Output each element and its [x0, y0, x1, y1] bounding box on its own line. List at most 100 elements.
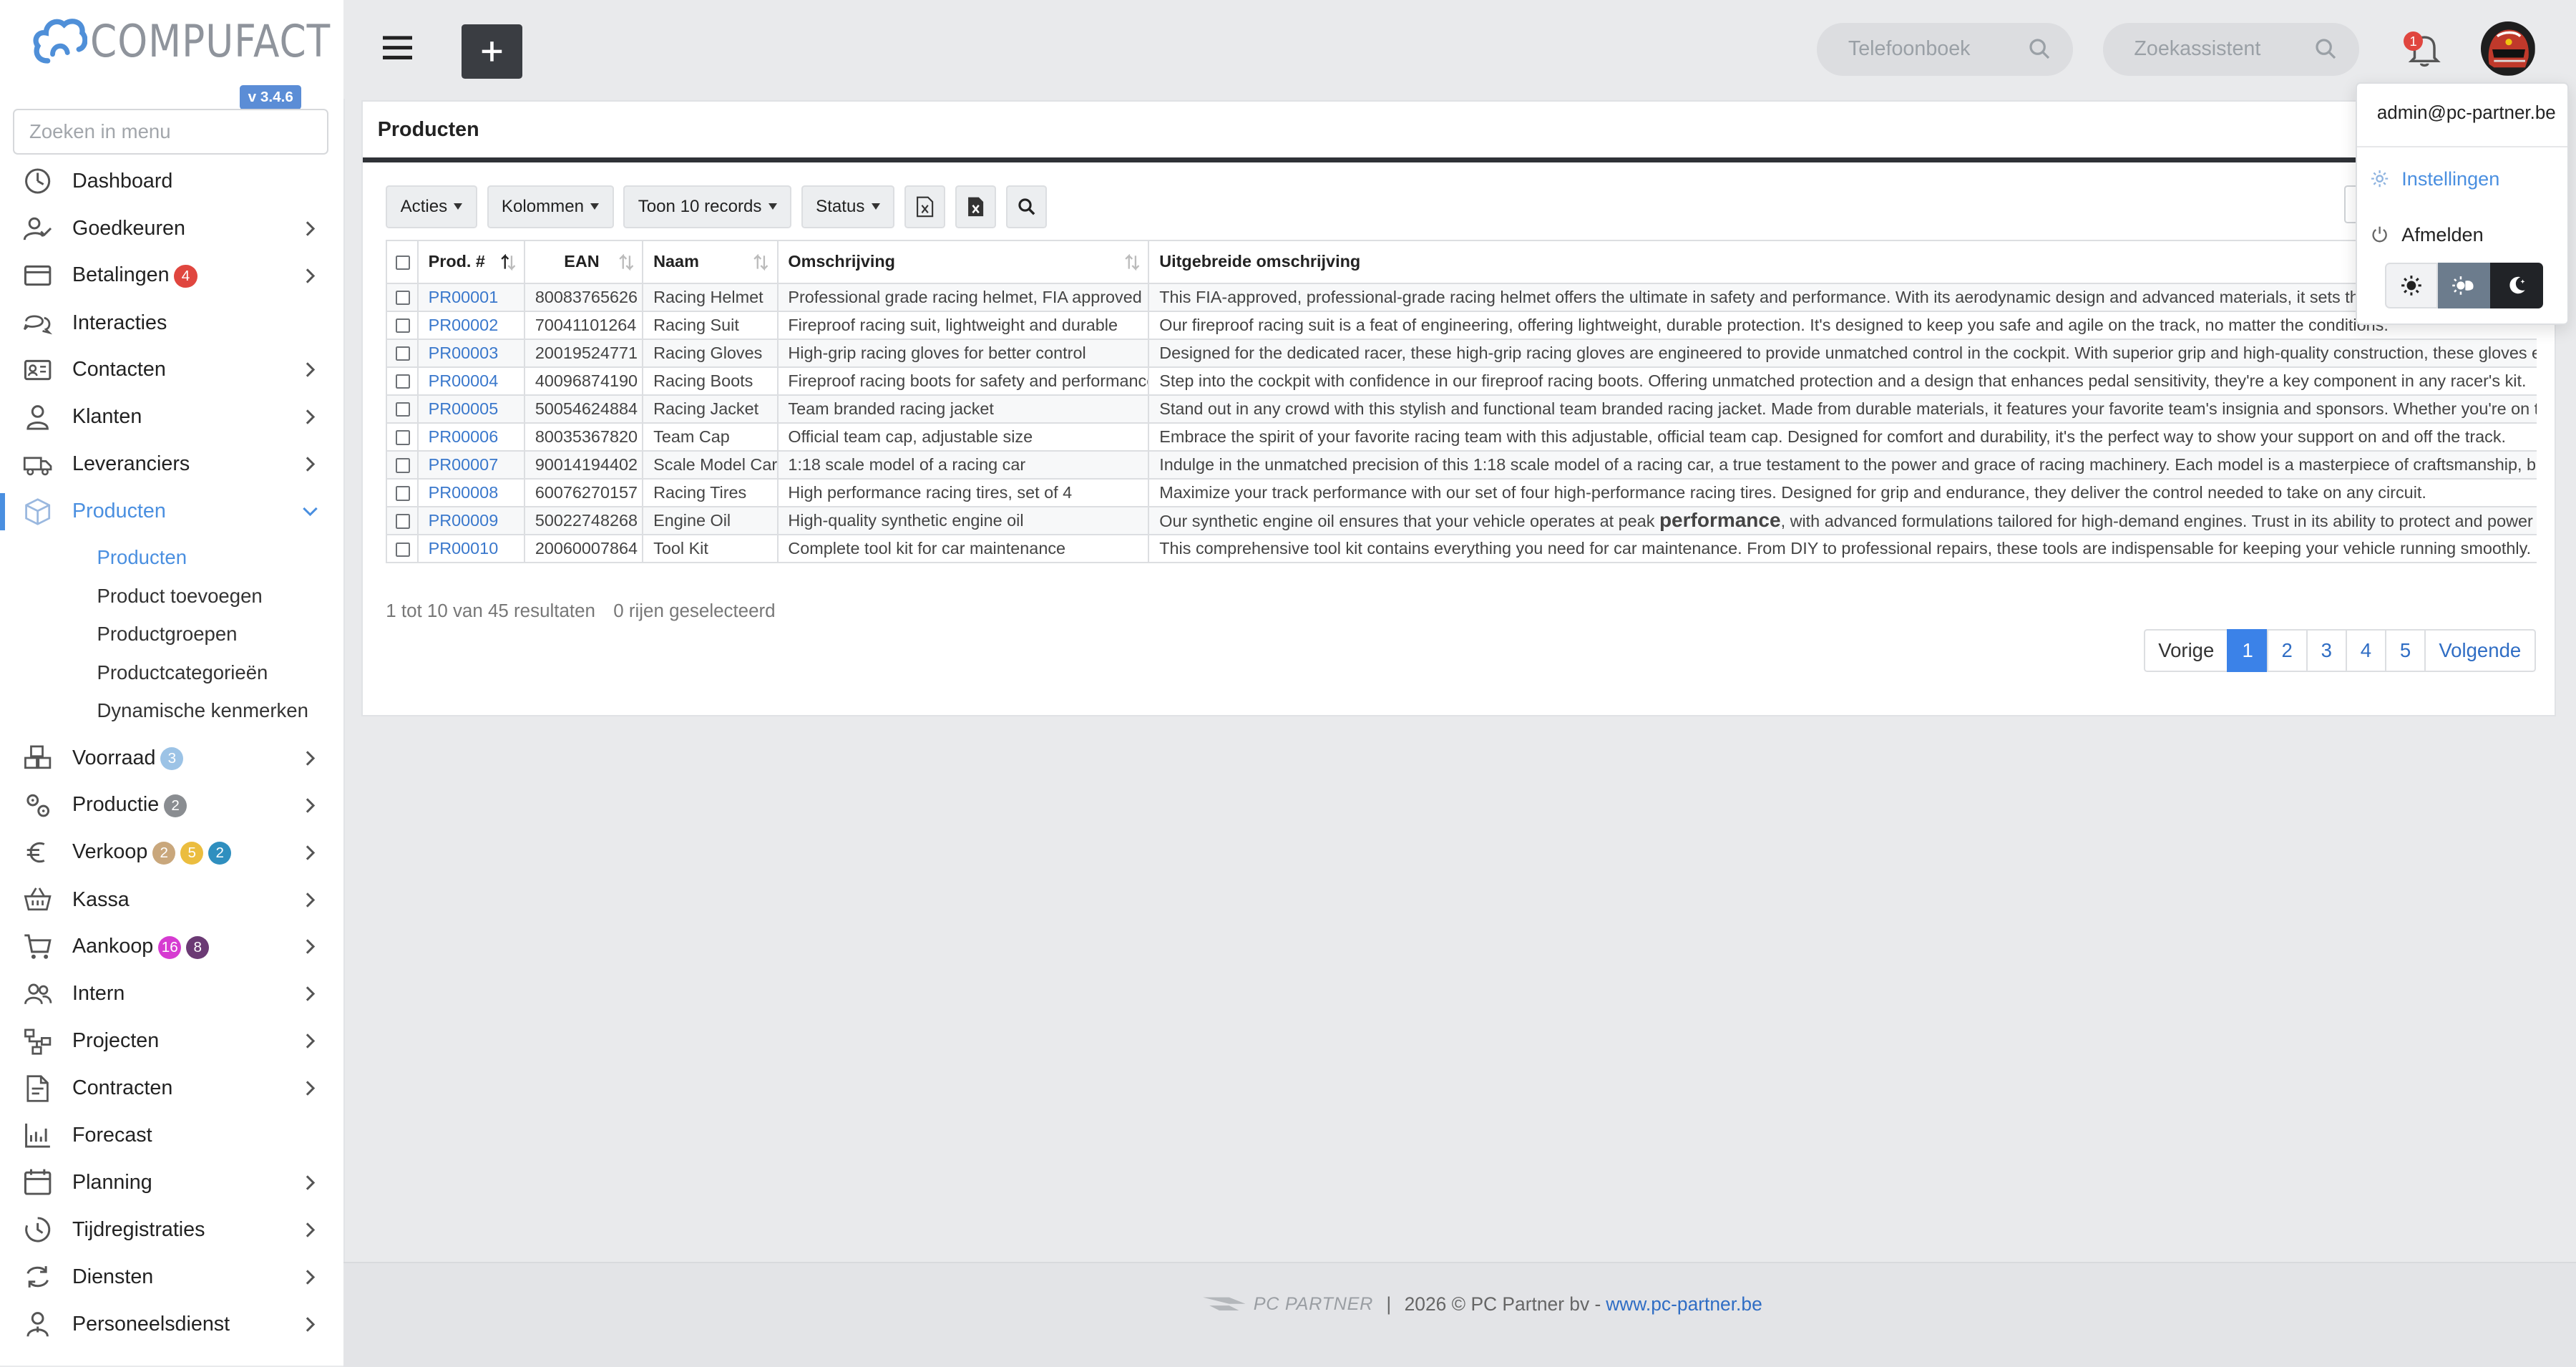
row-select-cell[interactable]	[386, 449, 419, 480]
row-checkbox[interactable]	[395, 346, 410, 361]
sidebar-item-dashboard[interactable]: Dashboard	[0, 157, 343, 205]
next-page-button[interactable]: Volgende	[2424, 629, 2536, 672]
app-logo[interactable]: COMPUFACT	[33, 15, 343, 67]
status-dropdown[interactable]: Status	[801, 185, 894, 228]
sidebar-item-kassa[interactable]: Kassa	[0, 876, 343, 923]
row-select-cell[interactable]	[386, 533, 419, 563]
submenu-dynamische-kenmerken[interactable]: Dynamische kenmerken	[0, 691, 343, 729]
page-button-3[interactable]: 3	[2306, 629, 2348, 672]
sidebar-item-verkoop[interactable]: Verkoop 2 5 2	[0, 829, 343, 876]
assistant-search-input[interactable]	[2130, 36, 2318, 63]
product-link[interactable]: PR00003	[429, 344, 499, 362]
logout-menu-item[interactable]: Afmelden	[2371, 220, 2484, 249]
row-checkbox[interactable]	[395, 514, 410, 529]
prod-cell[interactable]: PR00006	[416, 422, 526, 452]
sidebar-item-productie[interactable]: Productie 2	[0, 782, 343, 829]
sidebar-item-contacten[interactable]: Contacten	[0, 346, 343, 394]
footer-website-link[interactable]: www.pc-partner.be	[1606, 1293, 1762, 1315]
row-select-cell[interactable]	[386, 505, 419, 535]
product-link[interactable]: PR00001	[429, 288, 499, 306]
product-link[interactable]: PR00010	[429, 539, 499, 558]
assistant-search[interactable]	[2102, 23, 2359, 76]
row-checkbox[interactable]	[395, 430, 410, 445]
row-select-cell[interactable]	[386, 477, 419, 507]
sidebar-item-goedkeuren[interactable]: Goedkeuren	[0, 205, 343, 252]
table-row[interactable]: PR00008 60076270157 Racing Tires High pe…	[386, 477, 2537, 507]
row-checkbox[interactable]	[395, 291, 410, 306]
sidebar-item-planning[interactable]: Planning	[0, 1159, 343, 1206]
sidebar-item-forecast[interactable]: Forecast	[0, 1112, 343, 1159]
row-checkbox[interactable]	[395, 542, 410, 557]
col-header-prod[interactable]: Prod. #	[416, 239, 526, 284]
table-search-button[interactable]	[1006, 185, 1048, 228]
add-button[interactable]	[462, 24, 523, 79]
settings-menu-item[interactable]: Instellingen	[2371, 164, 2499, 193]
prod-cell[interactable]: PR00005	[416, 394, 526, 424]
prev-page-button[interactable]: Vorige	[2143, 629, 2229, 672]
theme-dark-button[interactable]	[2490, 263, 2543, 309]
row-select-cell[interactable]	[386, 310, 419, 340]
row-select-cell[interactable]	[386, 282, 419, 312]
row-checkbox[interactable]	[395, 318, 410, 334]
product-link[interactable]: PR00002	[429, 316, 499, 334]
prod-cell[interactable]: PR00009	[416, 505, 526, 535]
product-link[interactable]: PR00004	[429, 371, 499, 390]
col-header-omschrijving[interactable]: Omschrijving	[776, 239, 1150, 284]
row-checkbox[interactable]	[395, 458, 410, 473]
table-row[interactable]: PR00010 20060007864 Tool Kit Complete to…	[386, 533, 2537, 563]
sidebar-item-tijdregistraties[interactable]: Tijdregistraties	[0, 1206, 343, 1253]
actions-dropdown[interactable]: Acties	[386, 185, 477, 228]
sidebar-item-contracten[interactable]: Contracten	[0, 1065, 343, 1112]
export-excel-button[interactable]	[955, 185, 997, 228]
page-button-4[interactable]: 4	[2345, 629, 2387, 672]
row-select-cell[interactable]	[386, 394, 419, 424]
page-button-5[interactable]: 5	[2384, 629, 2426, 672]
submenu-productgroepen[interactable]: Productgroepen	[0, 615, 343, 653]
theme-light-button[interactable]	[2385, 263, 2438, 309]
row-select-cell[interactable]	[386, 338, 419, 368]
sidebar-item-klanten[interactable]: Klanten	[0, 394, 343, 441]
prod-cell[interactable]: PR00001	[416, 282, 526, 312]
sidebar-item-betalingen[interactable]: Betalingen 4	[0, 252, 343, 299]
columns-dropdown[interactable]: Kolommen	[487, 185, 614, 228]
product-link[interactable]: PR00005	[429, 399, 499, 418]
sidebar-item-interacties[interactable]: Interacties	[0, 299, 343, 346]
table-row[interactable]: PR00006 80035367820 Team Cap Official te…	[386, 422, 2537, 452]
sidebar-item-personeelsdienst[interactable]: Personeelsdienst	[0, 1300, 343, 1348]
hamburger-menu-icon[interactable]	[382, 33, 413, 62]
row-checkbox[interactable]	[395, 402, 410, 417]
menu-search-input[interactable]	[13, 108, 329, 155]
sidebar-item-leveranciers[interactable]: Leveranciers	[0, 441, 343, 488]
col-header-naam[interactable]: Naam	[642, 239, 779, 284]
search-icon[interactable]	[2029, 38, 2050, 59]
sidebar-item-diensten[interactable]: Diensten	[0, 1253, 343, 1300]
submenu-product-toevoegen[interactable]: Product toevoegen	[0, 577, 343, 615]
col-header-uitgebreide-omschrijving[interactable]: Uitgebreide omschrijving	[1148, 239, 2537, 284]
submenu-producten[interactable]: Producten	[0, 538, 343, 576]
submenu-productcategorieen[interactable]: Productcategorieën	[0, 653, 343, 691]
page-button-1[interactable]: 1	[2227, 629, 2268, 672]
product-link[interactable]: PR00006	[429, 427, 499, 446]
table-row[interactable]: PR00004 40096874190 Racing Boots Firepro…	[386, 366, 2537, 396]
export-csv-button[interactable]	[904, 185, 946, 228]
table-row[interactable]: PR00007 90014194402 Scale Model Car 1:18…	[386, 449, 2537, 480]
sidebar-item-projecten[interactable]: Projecten	[0, 1018, 343, 1065]
prod-cell[interactable]: PR00010	[416, 533, 526, 563]
user-avatar[interactable]	[2480, 21, 2535, 76]
select-all-checkbox[interactable]	[395, 256, 410, 271]
prod-cell[interactable]: PR00003	[416, 338, 526, 368]
row-select-cell[interactable]	[386, 422, 419, 452]
product-link[interactable]: PR00007	[429, 455, 499, 474]
row-checkbox[interactable]	[395, 374, 410, 389]
prod-cell[interactable]: PR00007	[416, 449, 526, 480]
sidebar-item-voorraad[interactable]: Voorraad 3	[0, 734, 343, 782]
prod-cell[interactable]: PR00004	[416, 366, 526, 396]
select-all-cell[interactable]	[386, 239, 419, 284]
table-row[interactable]: PR00002 70041101264 Racing Suit Fireproo…	[386, 310, 2537, 340]
table-row[interactable]: PR00005 50054624884 Racing Jacket Team b…	[386, 394, 2537, 424]
prod-cell[interactable]: PR00008	[416, 477, 526, 507]
sidebar-item-aankoop[interactable]: Aankoop 16 8	[0, 923, 343, 970]
table-row[interactable]: PR00009 50022748268 Engine Oil High-qual…	[386, 505, 2537, 535]
sidebar-item-intern[interactable]: Intern	[0, 970, 343, 1018]
product-link[interactable]: PR00008	[429, 483, 499, 502]
